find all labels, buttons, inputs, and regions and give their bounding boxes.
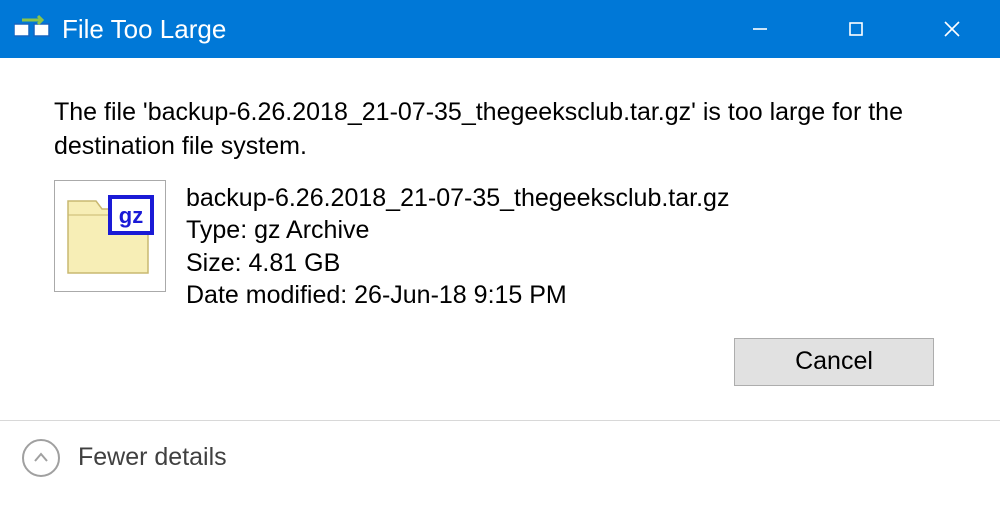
file-details: backup-6.26.2018_21-07-35_thegeeksclub.t… (186, 180, 729, 312)
titlebar: File Too Large (0, 0, 1000, 58)
cancel-button[interactable]: Cancel (734, 338, 934, 386)
caption-buttons (712, 0, 1000, 58)
titlebar-title: File Too Large (62, 14, 712, 45)
file-transfer-icon (14, 14, 50, 44)
chevron-up-icon (22, 439, 60, 477)
details-toggle-label: Fewer details (78, 443, 227, 472)
file-date-modified: Date modified: 26-Jun-18 9:15 PM (186, 279, 729, 312)
details-toggle[interactable]: Fewer details (0, 421, 1000, 495)
error-message: The file 'backup-6.26.2018_21-07-35_theg… (54, 96, 946, 164)
file-size: Size: 4.81 GB (186, 247, 729, 280)
file-name: backup-6.26.2018_21-07-35_thegeeksclub.t… (186, 182, 729, 215)
file-type-icon: gz (54, 180, 166, 292)
button-row: Cancel (54, 338, 946, 386)
file-type: Type: gz Archive (186, 214, 729, 247)
svg-text:gz: gz (119, 203, 143, 228)
maximize-button[interactable] (808, 0, 904, 58)
close-button[interactable] (904, 0, 1000, 58)
minimize-button[interactable] (712, 0, 808, 58)
file-row: gz backup-6.26.2018_21-07-35_thegeeksclu… (54, 180, 946, 312)
dialog-content: The file 'backup-6.26.2018_21-07-35_theg… (0, 58, 1000, 386)
